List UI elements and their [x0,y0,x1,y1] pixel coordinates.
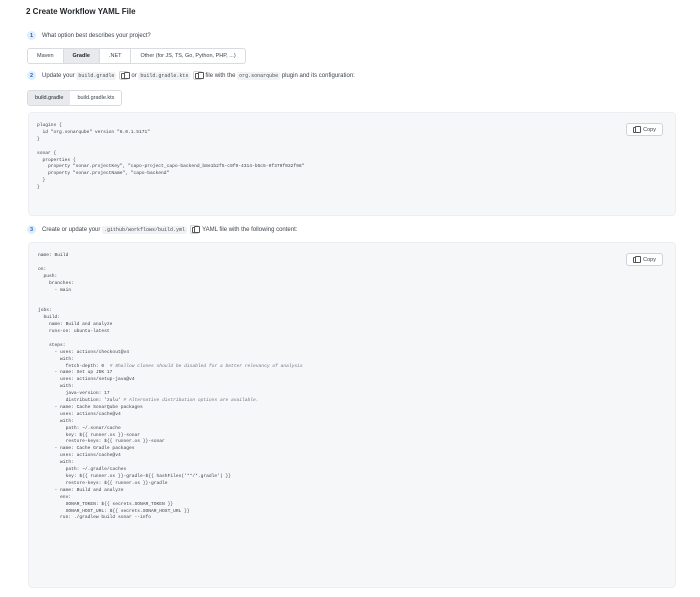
option-maven[interactable]: Maven [28,49,64,63]
option-other[interactable]: Other (for JS, TS, Go, Python, PHP, ...) [131,49,244,63]
code-line: java-version: 17 [38,391,110,397]
code-line: uses: actions/cache@v4 [38,411,121,417]
option-dotnet[interactable]: .NET [100,49,132,63]
copy-button[interactable]: Copy [626,123,663,136]
code-line: name: Build and analyze [38,322,113,328]
code-line: with: [38,418,74,424]
copy-icon [121,71,130,79]
code-line: with: [38,384,74,390]
inline-code: build.gradle [76,71,117,80]
code-line: path: ~/.gradle/caches [38,467,127,473]
copy-label: Copy [643,256,656,263]
copy-label: Copy [643,126,656,133]
code-line: } [37,185,40,191]
tab-build-gradle-kts[interactable]: build.gradle.kts [70,91,122,105]
code-line: distribution: 'zulu' # Alternative distr… [38,398,259,404]
code-line: id "org.sonarqube" version "6.0.1.5171" [37,129,151,135]
code-line: uses: actions/cache@v4 [38,453,121,459]
gradle-code: plugins { id "org.sonarqube" version "6.… [29,113,675,192]
code-line: build: [38,315,61,321]
code-line: push: [38,273,58,279]
tab-build-gradle[interactable]: build.gradle [28,91,71,105]
code-line: with: [38,356,74,362]
code-line: - name: Build and analyze [38,487,124,493]
step-2-text: Update your [42,72,75,79]
yaml-code: name: Build on: push: branches: - main j… [29,243,675,522]
code-line: } [37,178,46,184]
code-line: name: Build [38,253,69,258]
inline-code: build.gradle.kts [138,71,191,80]
code-line: uses: actions/setup-java@v4 [38,377,135,383]
option-gradle[interactable]: Gradle [63,49,100,63]
gradle-tabs: build.gradle build.gradle.kts [27,90,123,106]
copy-icon [633,125,642,133]
step-2: 2 Update your build.gradle or build.grad… [27,71,355,80]
inline-code: org.sonarqube [237,71,281,80]
build-option-selector: Maven Gradle .NET Other (for JS, TS, Go,… [27,48,246,64]
code-line: env: [38,494,72,500]
copy-inline-button[interactable] [119,71,130,80]
code-line: path: ~/.sonar/cache [38,425,121,431]
step-2-text: file with the [205,72,236,79]
copy-inline-button[interactable] [190,225,201,234]
code-line: run: ./gradlew build sonar --info [38,515,152,521]
step-1-text: What option best describes your project? [42,32,151,39]
step-3-text: Create or update your [42,226,101,233]
step-3-text: YAML file with the following content: [202,226,298,233]
step-number-badge: 1 [27,31,36,40]
code-line: - main [38,287,72,293]
code-line: - name: Cache Gradle packages [38,446,135,452]
code-line: plugins { [37,123,62,128]
page-title: 2 Create Workflow YAML File [26,7,136,16]
code-line: with: [38,460,74,466]
code-line: SONAR_TOKEN: ${{ secrets.SONAR_TOKEN }} [38,501,174,507]
step-2-text: or [131,72,137,79]
step-number-badge: 2 [27,71,36,80]
step-1: 1 What option best describes your projec… [27,31,151,40]
gradle-code-block: plugins { id "org.sonarqube" version "6.… [28,112,676,216]
code-line: - name: Cache SonarQube packages [38,404,143,410]
code-line: branches: [38,280,74,286]
code-line: key: ${{ runner.os }}-gradle-${{ hashFil… [38,474,231,479]
step-number-badge: 3 [27,225,36,234]
code-line: property "sonar.projectName", "capo-back… [37,171,170,177]
copy-inline-button[interactable] [193,71,204,80]
code-line: - uses: actions/checkout@v4 [38,349,129,355]
code-line: on: [38,266,47,272]
code-line: } [37,136,40,142]
code-line: fetch-depth: 0 # Shallow clones should b… [38,363,303,369]
code-line: jobs: [38,308,52,314]
step-2-text: plugin and its configuration: [281,72,355,79]
copy-icon [633,255,642,263]
copy-icon [192,225,201,233]
code-line: sonar { [37,150,57,156]
inline-code: .github/workflows/build.yml [102,225,188,234]
copy-icon [195,71,204,79]
code-line: restore-keys: ${{ runner.os }}-gradle [38,480,168,486]
code-line: steps: [38,342,66,348]
copy-button[interactable]: Copy [626,253,663,266]
step-3: 3 Create or update your .github/workflow… [27,225,297,234]
yaml-code-block: name: Build on: push: branches: - main j… [28,242,676,588]
code-line: runs-on: ubuntu-latest [38,328,110,334]
